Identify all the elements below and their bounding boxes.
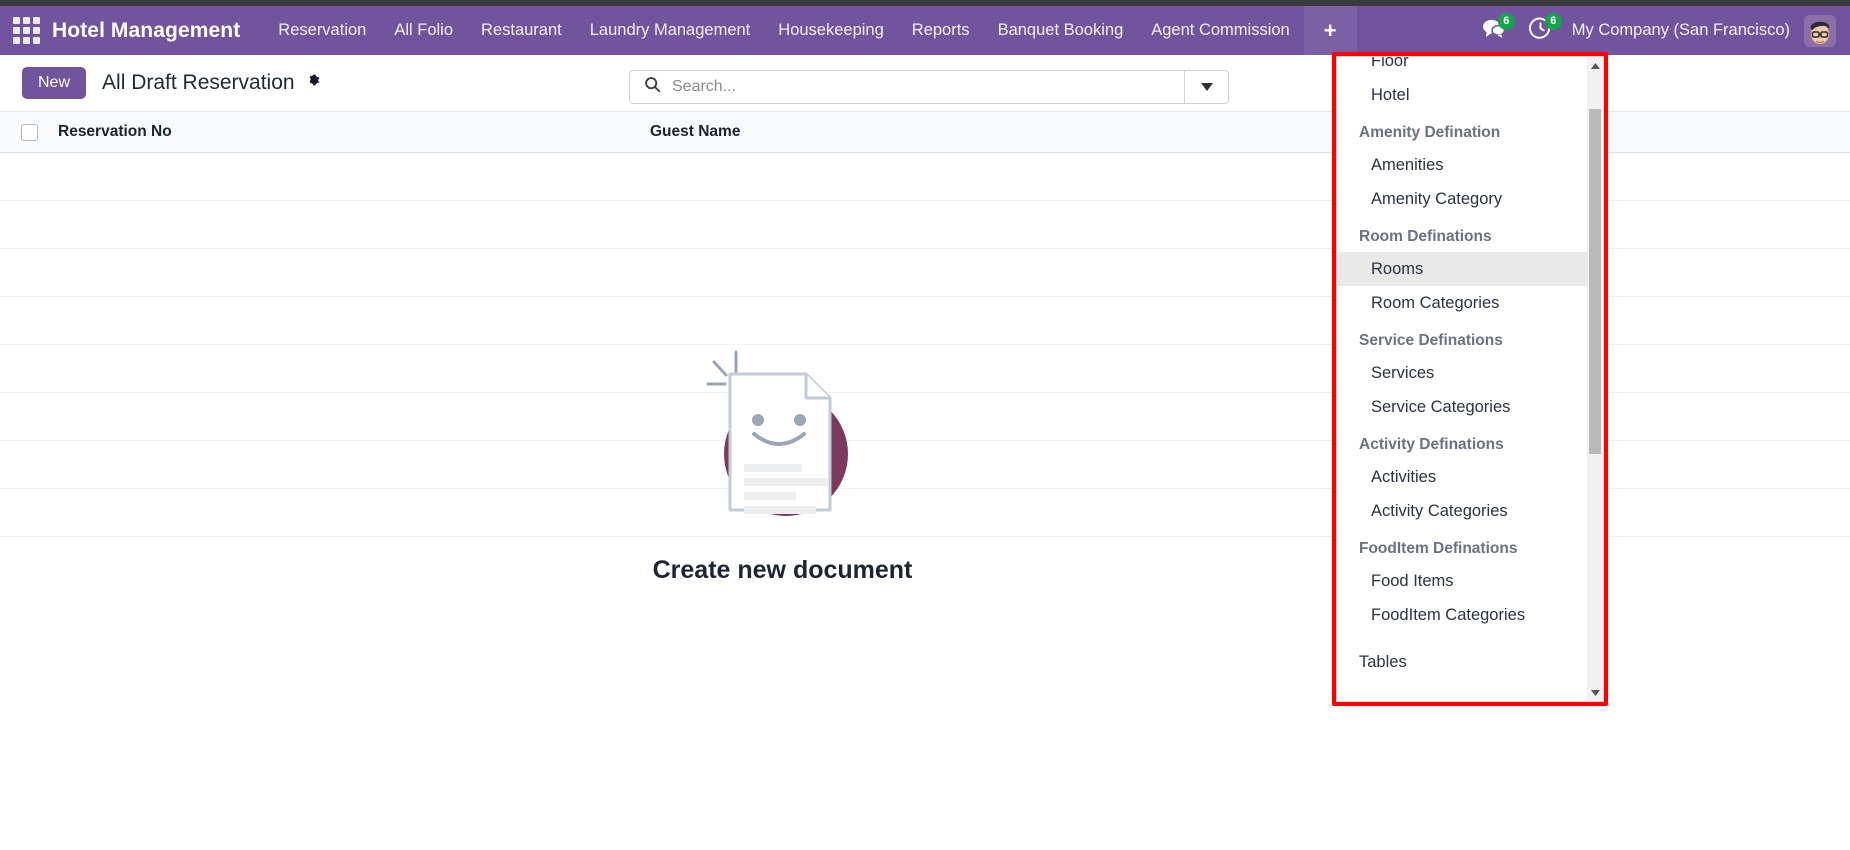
navbar-menu: Reservation All Folio Restaurant Laundry… [264,6,1356,55]
dropdown-section-amenity-defination: Amenity Defination [1337,112,1587,148]
triangle-up-icon[interactable] [1587,57,1603,74]
dropdown-section-room-definations: Room Definations [1337,216,1587,252]
gear-icon[interactable] [305,73,321,93]
search-icon [644,76,661,98]
menu-item-restaurant[interactable]: Restaurant [467,6,576,55]
dropdown-item-fooditem-categories[interactable]: FoodItem Categories [1337,598,1587,632]
top-navbar: Hotel Management Reservation All Folio R… [0,6,1850,55]
search-dropdown-toggle[interactable] [1184,71,1228,103]
activities-button[interactable]: 6 [1517,6,1564,55]
hotel-configuration-dropdown: Floor Hotel Amenity Defination Amenities… [1336,56,1604,702]
column-header-guest-name[interactable]: Guest Name [650,123,1183,141]
column-header-reservation-no[interactable]: Reservation No [58,123,650,141]
scrollbar-thumb[interactable] [1589,109,1601,454]
menu-item-laundry-management[interactable]: Laundry Management [576,6,765,55]
dropdown-item-amenities[interactable]: Amenities [1337,148,1587,182]
dropdown-item-food-items[interactable]: Food Items [1337,564,1587,598]
menu-item-banquet-booking[interactable]: Banquet Booking [984,6,1138,55]
triangle-down-icon[interactable] [1587,684,1603,701]
empty-state-caption: Create new document [653,556,913,585]
new-button[interactable]: New [22,67,86,99]
select-all-cell[interactable] [0,124,58,141]
dropdown-item-activity-categories[interactable]: Activity Categories [1337,494,1587,528]
messages-badge: 6 [1498,13,1515,30]
menu-item-agent-commission[interactable]: Agent Commission [1137,6,1303,55]
dropdown-item-floor[interactable]: Floor [1337,56,1587,78]
add-menu-button[interactable]: + [1304,6,1357,55]
search-bar [629,70,1229,104]
dropdown-item-activities[interactable]: Activities [1337,460,1587,494]
dropdown-item-tables[interactable]: Tables [1337,632,1587,679]
dropdown-section-activity-definations: Activity Definations [1337,424,1587,460]
breadcrumb-label[interactable]: All Draft Reservation [102,71,295,95]
menu-item-all-folio[interactable]: All Folio [380,6,467,55]
dropdown-scroll-area: Floor Hotel Amenity Defination Amenities… [1337,57,1587,701]
activities-badge: 6 [1545,13,1562,30]
dropdown-section-service-definations: Service Definations [1337,320,1587,356]
dropdown-item-room-categories[interactable]: Room Categories [1337,286,1587,320]
dropdown-scrollbar[interactable] [1587,57,1603,701]
app-brand-title[interactable]: Hotel Management [52,19,264,43]
messages-button[interactable]: 6 [1470,6,1517,55]
menu-item-housekeeping[interactable]: Housekeeping [764,6,898,55]
apps-grid-icon[interactable] [0,6,52,55]
menu-item-reports[interactable]: Reports [898,6,984,55]
systray: 6 6 My Company (San Francisco) [1470,6,1850,55]
dropdown-item-rooms[interactable]: Rooms [1337,252,1587,286]
dropdown-section-fooditem-definations: FoodItem Definations [1337,528,1587,564]
search-input[interactable] [672,71,1184,103]
dropdown-item-service-categories[interactable]: Service Categories [1337,390,1587,424]
avatar[interactable] [1804,15,1836,47]
breadcrumb: All Draft Reservation [102,71,321,95]
empty-state: Create new document [0,342,1565,585]
company-switcher[interactable]: My Company (San Francisco) [1564,21,1804,40]
dropdown-item-amenity-category[interactable]: Amenity Category [1337,182,1587,216]
menu-item-reservation[interactable]: Reservation [264,6,380,55]
dropdown-item-services[interactable]: Services [1337,356,1587,390]
checkbox-unchecked-icon[interactable] [21,124,38,141]
smiling-document-icon [678,342,888,532]
dropdown-item-hotel[interactable]: Hotel [1337,78,1587,112]
